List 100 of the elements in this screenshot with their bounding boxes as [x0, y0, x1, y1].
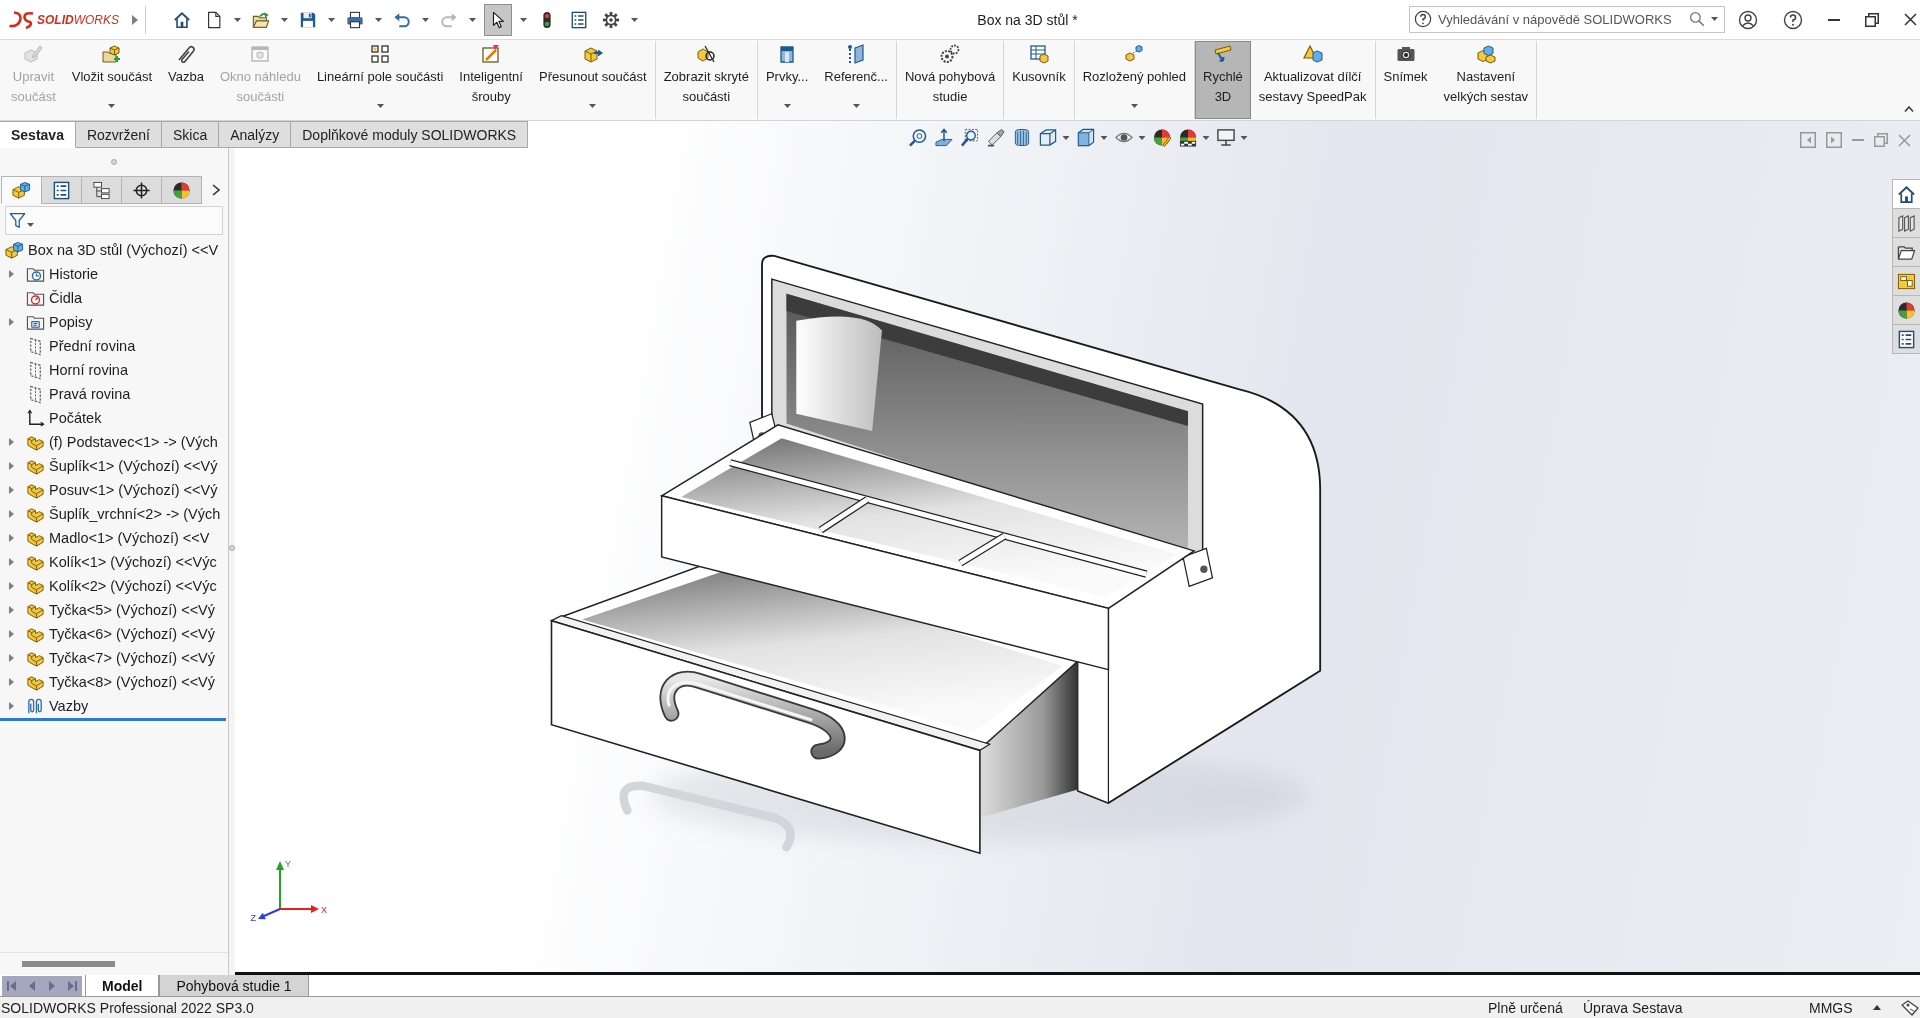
striped-cylinder-icon[interactable] [1012, 128, 1031, 147]
tree-item[interactable]: Šuplík<1> (Výchozí) <<Vý [26, 456, 218, 476]
tree-item[interactable]: Kolík<1> (Výchozí) <<Výc [26, 552, 217, 572]
caret-icon[interactable] [520, 17, 527, 22]
expand-arrow-icon[interactable] [9, 654, 14, 662]
caret-icon[interactable] [631, 17, 638, 22]
tree-item[interactable]: Madlo<1> (Výchozí) <<V [26, 528, 210, 548]
shaded-cube-icon[interactable] [1076, 128, 1095, 147]
panel-tab[interactable] [121, 176, 162, 204]
caret-icon[interactable] [1100, 135, 1107, 140]
caret-icon[interactable] [1062, 135, 1069, 140]
select-button[interactable] [484, 3, 512, 36]
command-button[interactable]: Vazba [160, 41, 212, 119]
tree-item[interactable]: (f) Podstavec<1> -> (Vých [26, 432, 218, 452]
tree-item[interactable]: Box na 3D stůl (Výchozí) <<V [5, 240, 219, 260]
tab[interactable]: Analýzy [219, 121, 292, 148]
expand-arrow-icon[interactable] [9, 558, 14, 566]
tree-item[interactable]: Horní rovina [26, 360, 128, 380]
caret-icon[interactable] [375, 17, 382, 22]
tree-item[interactable]: Tyčka<8> (Výchozí) <<Vý [26, 672, 216, 692]
grip-dot-icon[interactable] [111, 159, 117, 165]
command-button[interactable]: Aktualizovat dílčí sestavy SpeedPak [1250, 41, 1375, 119]
restore-icon[interactable] [1865, 12, 1879, 27]
horizontal-scrollbar[interactable] [22, 961, 115, 967]
expand-arrow-icon[interactable] [9, 270, 14, 278]
expand-arrow-icon[interactable] [132, 14, 138, 25]
close-icon[interactable] [1904, 13, 1917, 26]
command-button[interactable]: Prvky... [757, 41, 817, 119]
caret-icon[interactable] [1202, 135, 1209, 140]
caret-icon[interactable] [234, 17, 241, 22]
command-button[interactable]: Inteligentní šrouby [451, 41, 531, 119]
tree-item[interactable]: Tyčka<7> (Výchozí) <<Vý [26, 648, 216, 668]
command-button[interactable]: Rozložený pohled [1074, 41, 1195, 119]
expand-arrow-icon[interactable] [9, 702, 14, 710]
task-pane-tab[interactable] [1892, 179, 1920, 209]
expand-arrow-icon[interactable] [9, 486, 14, 494]
tree-item[interactable]: Šuplík_vrchní<2> -> (Vých [26, 504, 221, 524]
expand-arrow-icon[interactable] [9, 582, 14, 590]
panel-tab[interactable] [1, 176, 42, 204]
color-ball-checker-icon[interactable] [1178, 128, 1197, 147]
caret-icon[interactable] [281, 17, 288, 22]
chevron-up-icon[interactable] [1904, 106, 1914, 112]
tree-item[interactable]: Čidla [26, 288, 83, 308]
command-button[interactable]: Referenč... [816, 41, 896, 119]
color-ball-pencil-icon[interactable] [1152, 128, 1171, 147]
tree-item[interactable]: Pravá rovina [26, 384, 131, 404]
caret-icon[interactable] [1711, 17, 1718, 21]
grip-dot-icon[interactable] [229, 545, 235, 551]
expand-arrow-icon[interactable] [9, 678, 14, 686]
panel-tab[interactable] [81, 176, 122, 204]
tree-item[interactable]: Vazby [26, 696, 89, 716]
tree-item[interactable]: Popisy [26, 312, 93, 332]
expand-arrow-icon[interactable] [9, 438, 14, 446]
tab[interactable]: Sestava [0, 121, 76, 148]
magnifier-target-icon[interactable] [908, 128, 927, 147]
command-button[interactable]: Snímek [1375, 41, 1436, 119]
tree-item[interactable]: Tyčka<5> (Výchozí) <<Vý [26, 600, 216, 620]
task-pane-tab[interactable] [1892, 266, 1920, 296]
tree-item[interactable]: Posuv<1> (Výchozí) <<Vý [26, 480, 218, 500]
tree-item[interactable]: Kolík<2> (Výchozí) <<Výc [26, 576, 217, 596]
tab[interactable]: Model [85, 975, 160, 996]
command-button[interactable]: Přesunout součást [530, 41, 655, 119]
command-button[interactable]: Nová pohybová studie [896, 41, 1004, 119]
caret-icon[interactable] [422, 17, 429, 22]
task-pane-tab[interactable] [1892, 324, 1920, 354]
caret-icon[interactable] [1138, 135, 1145, 140]
expand-arrow-icon[interactable] [9, 606, 14, 614]
magnifier-dashed-icon[interactable] [960, 128, 979, 147]
panel-tab[interactable] [161, 176, 202, 204]
tab[interactable]: Doplňkové moduly SOLIDWORKS [291, 121, 529, 148]
expand-arrow-icon[interactable] [9, 534, 14, 542]
task-pane-tab[interactable] [1892, 237, 1920, 267]
task-pane-tab[interactable] [1892, 208, 1920, 238]
minimize-icon[interactable] [1828, 18, 1840, 21]
expand-arrow-icon[interactable] [9, 462, 14, 470]
person-circle-icon[interactable] [1738, 9, 1758, 30]
marker-icon[interactable] [986, 128, 1005, 147]
tab[interactable]: Skica [161, 121, 220, 148]
chevron-right-icon[interactable] [212, 184, 220, 196]
tree-item[interactable]: Historie [26, 264, 99, 284]
filter-field[interactable] [5, 206, 223, 235]
wireframe-cube-icon[interactable] [1038, 128, 1057, 147]
arrow-plane-icon[interactable] [934, 128, 953, 147]
panel-tab[interactable] [41, 176, 82, 204]
caret-icon[interactable] [328, 17, 335, 22]
tag-icon[interactable] [1901, 999, 1919, 1016]
expand-arrow-icon[interactable] [9, 630, 14, 638]
command-button[interactable]: Vložit součást [63, 41, 160, 119]
tree-item[interactable]: Přední rovina [26, 336, 136, 356]
caret-icon[interactable] [1240, 135, 1247, 140]
tab[interactable]: Pohybová studie 1 [159, 975, 309, 996]
expand-arrow-icon[interactable] [9, 510, 14, 518]
task-pane-tab[interactable] [1892, 295, 1920, 325]
search-field[interactable]: Vyhledávání v nápovědě SOLIDWORKS [1409, 6, 1725, 33]
command-button[interactable]: Zobrazit skryté součásti [655, 41, 757, 119]
command-button[interactable]: Rychlé 3D [1195, 41, 1251, 119]
expand-arrow-icon[interactable] [9, 318, 14, 326]
help-icon[interactable] [1783, 9, 1803, 30]
monitor-icon[interactable] [1216, 128, 1235, 147]
command-button[interactable]: Kusovník [1004, 41, 1074, 119]
